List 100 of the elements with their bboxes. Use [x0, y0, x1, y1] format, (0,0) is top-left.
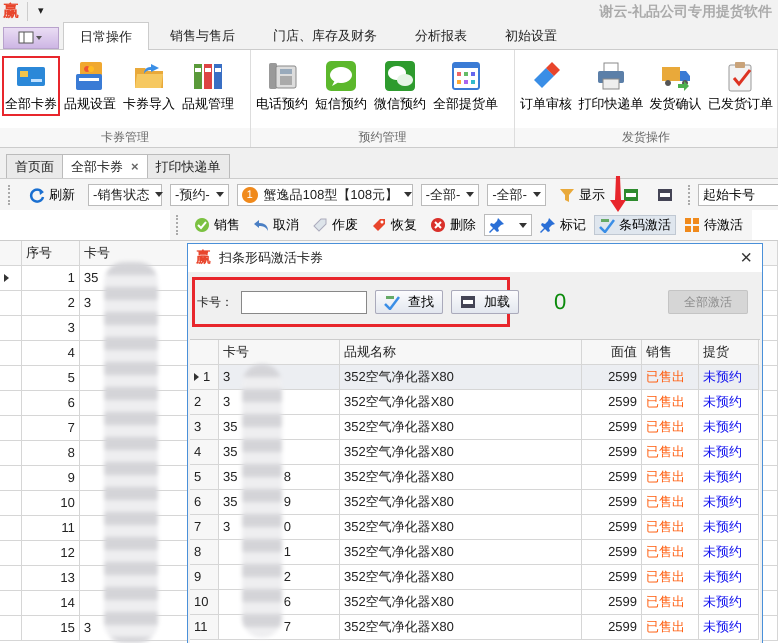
toolbar-button[interactable]: 刷新 [24, 184, 80, 204]
table-cell: 已售出 [642, 565, 699, 590]
ribbon-button[interactable]: 品规设置 [61, 56, 119, 116]
table-cell: 10 [22, 491, 80, 516]
row-selector[interactable]: 4 [190, 440, 219, 465]
row-number: 5 [194, 468, 202, 486]
calendar-icon [450, 60, 482, 92]
quick-access-dropdown[interactable]: ▾ [28, 4, 54, 18]
close-tab-button[interactable]: × [131, 158, 139, 174]
ribbon-button[interactable]: 订单审核 [517, 56, 575, 116]
row-selector[interactable]: 1 [190, 365, 219, 390]
table-cell: 未预约 [699, 515, 759, 540]
table-cell-text: 3 [223, 393, 230, 411]
ribbon-tab[interactable]: 初始设置 [488, 22, 574, 49]
row-selector[interactable] [0, 266, 22, 291]
row-selector[interactable]: 8 [190, 540, 219, 565]
application-menu-button[interactable] [3, 27, 59, 49]
toolbar-button[interactable]: 标记 [535, 215, 591, 235]
row-selector[interactable]: 6 [190, 490, 219, 515]
row-selector[interactable]: 2 [190, 390, 219, 415]
table-cell: 未预约 [699, 465, 759, 490]
toolbar-button[interactable]: 显示 [554, 184, 610, 204]
start-card-field[interactable]: 起始卡号 [698, 184, 778, 206]
row-selector[interactable]: 11 [190, 615, 219, 640]
table-cell: 352空气净化器X80 [340, 565, 582, 590]
table-cell: 4 [22, 341, 80, 366]
row-selector[interactable]: 9 [190, 565, 219, 590]
ribbon-tab[interactable]: 日常操作 [63, 22, 149, 50]
toolbar-button[interactable]: 销售 [189, 215, 245, 235]
table-cell: 13 [22, 566, 80, 591]
ribbon-tab[interactable]: 销售与售后 [153, 22, 252, 49]
row-selector[interactable]: 5 [190, 465, 219, 490]
row-number: 10 [194, 593, 208, 611]
table-cell-text: 7 [284, 618, 291, 636]
ribbon-button[interactable]: 电话预约 [253, 56, 311, 116]
field-label: 卡号： [197, 294, 233, 310]
row-selector[interactable]: 10 [190, 590, 219, 615]
table-cell: 已售出 [642, 540, 699, 565]
toolbar-button[interactable]: 作废 [307, 215, 363, 235]
filter-dropdown[interactable]: -销售状态 [88, 184, 162, 206]
ribbon-button[interactable]: 发货确认 [646, 56, 704, 116]
table-cell-text: 6 [284, 593, 291, 611]
row-selector[interactable]: 3 [190, 415, 219, 440]
toolbar-button[interactable]: 条码激活 [594, 215, 676, 235]
table-cell-text: 3 [223, 518, 230, 536]
load-button[interactable]: 加载 [451, 290, 519, 314]
ribbon-button[interactable]: 短信预约 [312, 56, 370, 116]
row-number: 1 [203, 368, 210, 386]
ribbon-button[interactable]: 微信预约 [371, 56, 429, 116]
row-number: 6 [194, 493, 202, 511]
document-tab[interactable]: 全部卡券 × [62, 154, 148, 178]
row-number: 4 [194, 443, 202, 461]
spreadsheet-icon [623, 186, 640, 202]
table-cell-text: 35 [223, 493, 238, 511]
check-circle-icon [194, 217, 210, 233]
ribbon-button[interactable]: 品规管理 [179, 56, 237, 116]
table-cell: 7 [22, 416, 80, 441]
table-cell: 2599 [582, 465, 642, 490]
refresh-icon [29, 186, 45, 202]
filter-dropdown[interactable]: -预约- [170, 184, 229, 206]
table-cell: 9 [22, 466, 80, 491]
card-number-field[interactable] [241, 290, 367, 314]
document-tab[interactable]: 打印快递单 [146, 154, 230, 178]
table-cell: 5 [22, 366, 80, 391]
toolbar-button[interactable]: 恢复 [366, 215, 422, 235]
table-cell: 未预约 [699, 565, 759, 590]
pin-dropdown[interactable] [484, 214, 532, 236]
table-cell: 未预约 [699, 415, 759, 440]
speech-bubble-icon [325, 60, 357, 92]
table-cell: 2599 [582, 590, 642, 615]
caret-icon [533, 192, 542, 197]
count-label: 0 [554, 288, 566, 316]
ribbon-button[interactable]: 全部卡券 [2, 56, 60, 116]
ribbon-button[interactable]: 打印快递单 [576, 56, 646, 116]
ribbon-tab[interactable]: 门店、库存及财务 [256, 22, 394, 49]
table-cell-text: 35 [223, 418, 238, 436]
dropdown-value: 蟹逸品108型【108元】 [264, 186, 398, 202]
table-cell-text: 8 [284, 468, 291, 486]
filter-dropdown[interactable]: 1 蟹逸品108型【108元】 [236, 184, 413, 206]
ribbon-button[interactable]: 卡券导入 [120, 56, 178, 116]
search-button[interactable]: 查找 [375, 290, 443, 314]
caret-icon [216, 192, 224, 197]
text-file-icon [460, 294, 476, 310]
app-logo: 赢 [196, 249, 211, 267]
ribbon-button[interactable]: 已发货订单 [706, 56, 775, 116]
ribbon-tab[interactable]: 分析报表 [398, 22, 484, 49]
toolbar-button[interactable]: 删除 [425, 215, 481, 235]
document-tab[interactable]: 首页面 [6, 154, 63, 178]
table-cell: 6 [22, 391, 80, 416]
table-cell-text: 9 [284, 493, 291, 511]
toolbar-button[interactable]: 待激活 [679, 215, 748, 235]
table-cell-text: 35 [223, 468, 238, 486]
table-cell-text: 35 [223, 443, 238, 461]
toolbar-button[interactable]: 取消 [248, 215, 304, 235]
filter-dropdown[interactable]: -全部- [420, 184, 480, 206]
filter-dropdown[interactable]: -全部- [487, 184, 546, 206]
table-cell: 未预约 [699, 365, 759, 390]
tag-icon [371, 217, 387, 233]
ribbon-button[interactable]: 全部提货单 [430, 56, 501, 116]
row-selector[interactable]: 7 [190, 515, 219, 540]
